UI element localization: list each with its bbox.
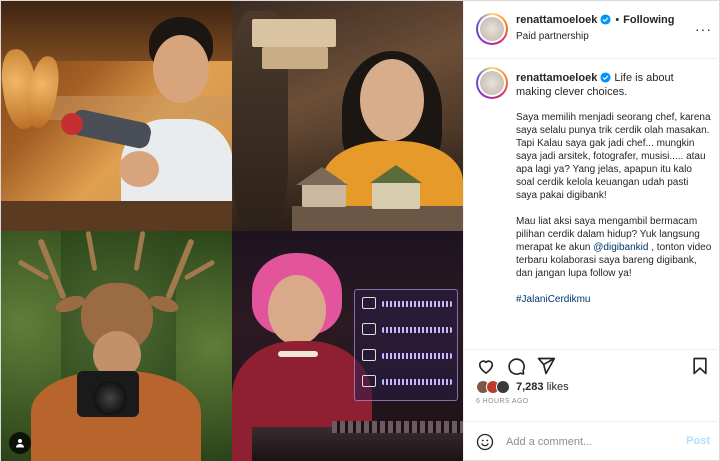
post-comment-button[interactable]: Post (686, 435, 710, 447)
likes-row[interactable]: 7,283 likes (476, 379, 569, 395)
liker-avatar (496, 380, 510, 394)
share-icon[interactable] (536, 356, 556, 376)
user-tag-button[interactable] (9, 432, 31, 454)
post-side-panel: renattamoeloek • Following Paid partnershi… (463, 1, 720, 461)
verified-badge-icon (600, 72, 611, 83)
image-tile-architect (232, 1, 463, 231)
post-image[interactable] (1, 1, 463, 461)
post-header: renattamoeloek • Following Paid partnershi… (464, 1, 720, 59)
caption-body: Saya memilih menjadi seorang chef, karen… (516, 111, 712, 319)
more-options-icon[interactable]: ··· (695, 21, 712, 37)
separator-dot: • (615, 14, 620, 26)
image-tile-musician (232, 231, 463, 461)
mention-link[interactable]: @digibankid (593, 242, 648, 253)
post-timestamp[interactable]: 6 HOURS AGO (476, 398, 529, 405)
caption-paragraph-1: Saya memilih menjadi seorang chef, karen… (516, 112, 711, 201)
caption-area: renattamoeloek Life is about making clev… (464, 59, 720, 349)
comment-bar: Post (464, 421, 720, 461)
likes-count[interactable]: 7,283 likes (516, 381, 569, 393)
following-button[interactable]: Following (623, 14, 674, 26)
hashtag-link[interactable]: #JalaniCerdikmu (516, 293, 712, 306)
author-avatar[interactable] (476, 13, 508, 45)
image-tile-photographer (1, 231, 232, 461)
paid-partnership-label[interactable]: Paid partnership (516, 31, 589, 42)
author-line: renattamoeloek • Following (516, 14, 675, 26)
image-tile-chef (1, 1, 232, 231)
user-tag-icon (16, 439, 24, 448)
caption-username[interactable]: renattamoeloek (516, 72, 597, 84)
heart-icon[interactable] (476, 356, 496, 376)
verified-badge-icon (600, 14, 611, 25)
comment-icon[interactable] (506, 356, 526, 376)
bookmark-icon[interactable] (690, 356, 710, 376)
post-dialog: renattamoeloek • Following Paid partnershi… (0, 0, 720, 461)
caption-paragraph-2: Mau liat aksi saya mengambil bermacam pi… (516, 215, 712, 280)
comment-input[interactable] (506, 434, 666, 450)
emoji-icon[interactable] (476, 433, 494, 451)
author-username[interactable]: renattamoeloek (516, 14, 597, 26)
action-bar (464, 349, 720, 381)
caption-avatar[interactable] (476, 67, 508, 99)
caption-headline: renattamoeloek Life is about making clev… (516, 71, 712, 99)
